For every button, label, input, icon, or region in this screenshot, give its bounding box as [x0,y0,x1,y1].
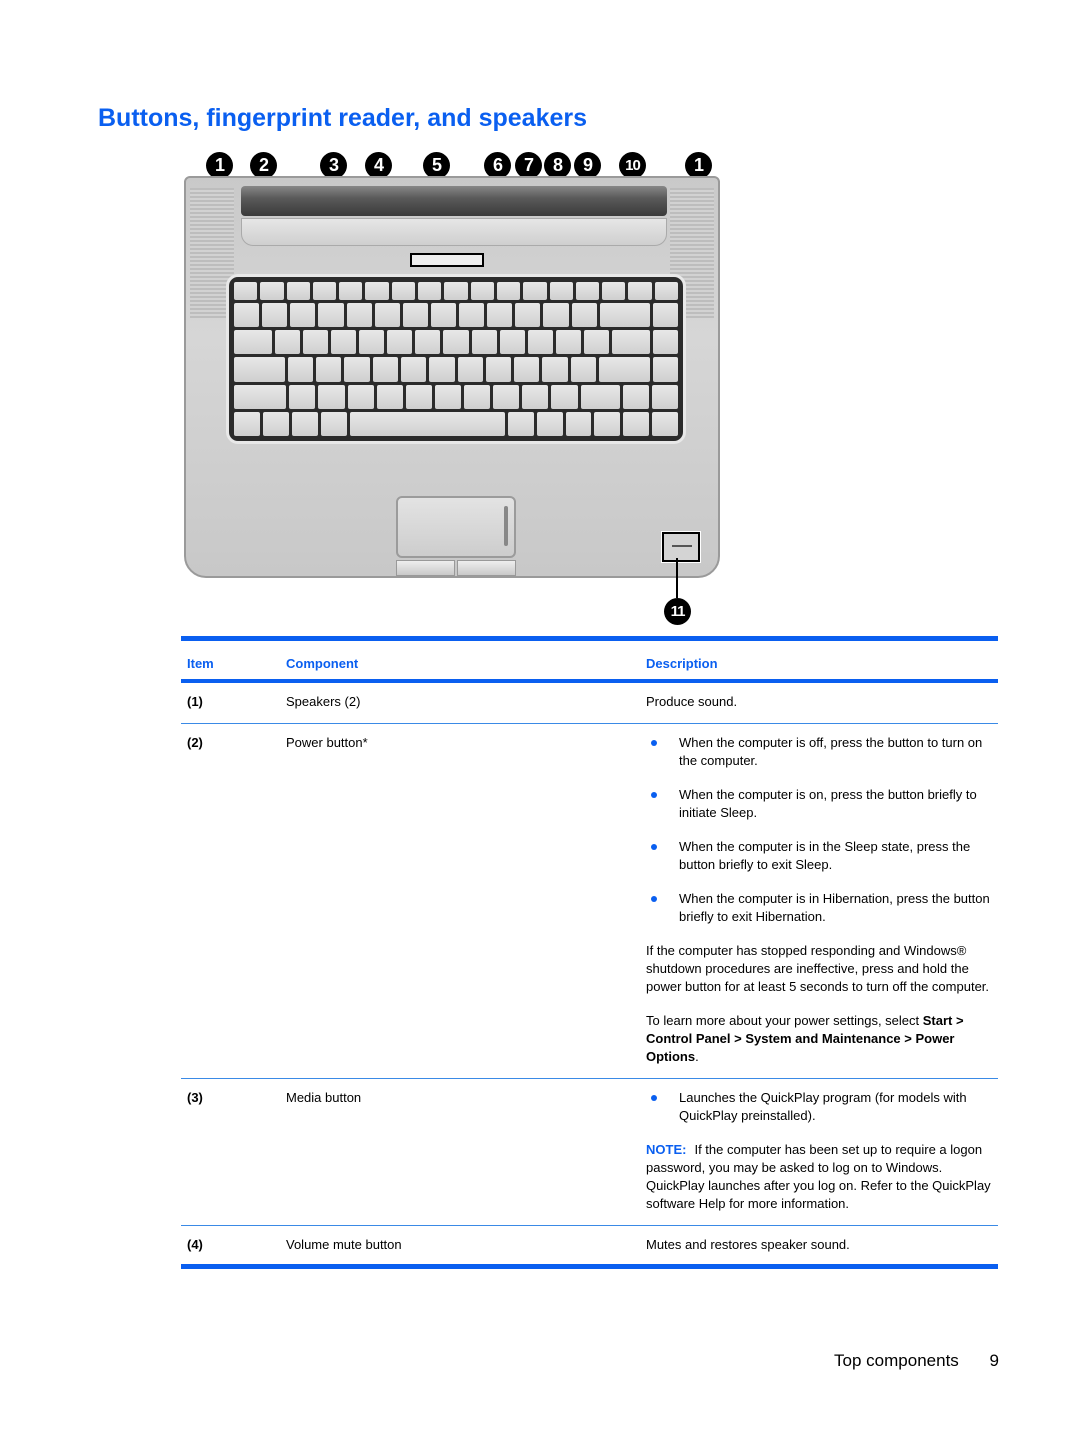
keyboard [226,274,686,444]
control-strip [241,218,667,246]
bullet-icon [651,896,657,902]
laptop-base [184,176,720,578]
note-label: NOTE: [646,1142,687,1157]
footer-section-title: Top components [834,1351,959,1370]
note-text: If the computer has been set up to requi… [646,1142,991,1211]
component-name: Power button* [286,723,646,1079]
bullet-text: When the computer is in the Sleep state,… [679,839,971,872]
note: NOTE: If the computer has been set up to … [646,1141,998,1213]
fingerprint-reader [661,531,701,563]
table-row: (2) Power button* When the computer is o… [181,723,998,1079]
callout-1-left: 1 [206,152,233,179]
callout-11: 11 [664,598,691,625]
item-number: (2) [181,723,286,1079]
component-name: Media button [286,1078,646,1226]
bullet-icon [651,792,657,798]
bullet-icon [651,740,657,746]
header-component: Component [286,636,646,683]
callout-3: 3 [320,152,347,179]
components-table: Item Component Description (1) Speakers … [181,636,998,1269]
laptop-top-view-figure: 1 2 3 4 5 6 7 8 9 10 1 11 [180,148,730,633]
component-description: Produce sound. [646,681,998,724]
power-settings-text: To learn more about your power settings,… [646,1013,923,1028]
bullet-item: When the computer is on, press the butto… [646,786,998,822]
page-number: 9 [989,1351,999,1370]
bullet-icon [651,1095,657,1101]
component-name: Speakers (2) [286,681,646,724]
period: . [695,1049,699,1064]
touchpad-buttons [396,560,516,576]
component-description: Mutes and restores speaker sound. [646,1225,998,1269]
bullet-icon [651,844,657,850]
table-header-row: Item Component Description [181,636,998,683]
component-description: Launches the QuickPlay program (for mode… [646,1078,998,1226]
bullet-text: When the computer is in Hibernation, pre… [679,891,990,924]
page-footer: Top components 9 [834,1351,999,1371]
header-item: Item [181,636,286,683]
touchpad-scroll-zone [504,506,508,546]
component-name: Volume mute button [286,1225,646,1269]
bullet-item: When the computer is in Hibernation, pre… [646,890,998,926]
bullet-item: Launches the QuickPlay program (for mode… [646,1089,998,1125]
component-description: When the computer is off, press the butt… [646,723,998,1079]
callout-4: 4 [365,152,392,179]
callout-6: 6 [484,152,511,179]
callout-8: 8 [544,152,571,179]
table-row: (4) Volume mute button Mutes and restore… [181,1225,998,1269]
callout-2: 2 [250,152,277,179]
callout-9: 9 [574,152,601,179]
bullet-text: When the computer is off, press the butt… [679,735,983,768]
callout-7: 7 [515,152,542,179]
header-description: Description [646,636,998,683]
table-row: (1) Speakers (2) Produce sound. [181,681,998,724]
power-settings-paragraph: To learn more about your power settings,… [646,1012,998,1066]
callout-11-leader [676,558,678,598]
bullet-item: When the computer is in the Sleep state,… [646,838,998,874]
touchpad [396,496,516,558]
hinge [241,186,667,216]
table-row: (3) Media button Launches the QuickPlay … [181,1078,998,1226]
bullet-item: When the computer is off, press the butt… [646,734,998,770]
power-force-off-paragraph: If the computer has stopped responding a… [646,943,990,994]
bullet-text: When the computer is on, press the butto… [679,787,977,820]
callout-5: 5 [423,152,450,179]
item-number: (4) [181,1225,286,1269]
item-number: (1) [181,681,286,724]
volume-scroll-zone [410,253,484,267]
item-number: (3) [181,1078,286,1226]
callout-10: 10 [619,152,646,179]
callout-1-right: 1 [685,152,712,179]
bullet-text: Launches the QuickPlay program (for mode… [679,1090,967,1123]
page-title: Buttons, fingerprint reader, and speaker… [98,104,588,132]
